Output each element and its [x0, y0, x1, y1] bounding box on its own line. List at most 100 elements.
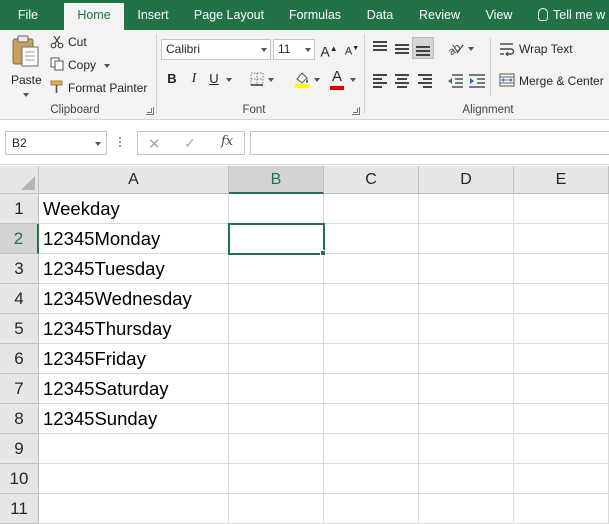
tab-page-layout[interactable]: Page Layout [188, 0, 270, 30]
cell-c10[interactable] [324, 464, 419, 494]
cell-c8[interactable] [324, 404, 419, 434]
bottom-align-button[interactable] [412, 37, 434, 59]
cell-e5[interactable] [514, 314, 609, 344]
column-header-d[interactable]: D [419, 166, 514, 194]
cell-d2[interactable] [419, 224, 514, 254]
cell-b3[interactable] [229, 254, 324, 284]
cell-e11[interactable] [514, 494, 609, 524]
cell-a8[interactable]: 12345Sunday [39, 404, 229, 434]
cell-b1[interactable] [229, 194, 324, 224]
borders-icon[interactable] [250, 72, 264, 86]
column-header-c[interactable]: C [324, 166, 419, 194]
row-header[interactable]: 11 [0, 494, 39, 524]
chevron-down-icon[interactable] [226, 78, 232, 82]
cell-b5[interactable] [229, 314, 324, 344]
italic-button[interactable]: I [184, 69, 204, 89]
cell-d5[interactable] [419, 314, 514, 344]
insert-function-button[interactable]: fx [221, 134, 233, 149]
row-header[interactable]: 8 [0, 404, 39, 434]
row-header[interactable]: 10 [0, 464, 39, 494]
cell-a5[interactable]: 12345Thursday [39, 314, 229, 344]
align-right-icon[interactable] [418, 74, 432, 88]
clipboard-launcher-icon[interactable] [146, 107, 154, 115]
chevron-down-icon[interactable] [350, 78, 356, 82]
cell-a9[interactable] [39, 434, 229, 464]
name-box[interactable]: B2 [5, 131, 107, 155]
font-size-select[interactable]: 11 [273, 39, 315, 60]
cell-b10[interactable] [229, 464, 324, 494]
tab-home[interactable]: Home [64, 3, 124, 30]
row-header[interactable]: 1 [0, 194, 39, 224]
cell-e1[interactable] [514, 194, 609, 224]
cell-b6[interactable] [229, 344, 324, 374]
cell-c5[interactable] [324, 314, 419, 344]
cell-d9[interactable] [419, 434, 514, 464]
merge-center-button[interactable]: Merge & Center [499, 71, 609, 89]
row-header[interactable]: 6 [0, 344, 39, 374]
cell-a4[interactable]: 12345Wednesday [39, 284, 229, 314]
column-header-e[interactable]: E [514, 166, 609, 194]
cell-d10[interactable] [419, 464, 514, 494]
font-launcher-icon[interactable] [352, 107, 360, 115]
formula-input[interactable] [250, 131, 609, 155]
cell-b8[interactable] [229, 404, 324, 434]
cell-b2[interactable] [229, 224, 324, 254]
grow-font-button[interactable]: A▲ [319, 39, 339, 60]
cell-a3[interactable]: 12345Tuesday [39, 254, 229, 284]
cancel-icon[interactable]: ✕ [148, 135, 161, 153]
font-name-select[interactable]: Calibri [161, 39, 271, 60]
shrink-font-button[interactable]: A▼ [342, 39, 362, 59]
wrap-text-button[interactable]: Wrap Text [499, 40, 579, 58]
tab-file[interactable]: File [8, 0, 48, 30]
copy-button[interactable]: Copy [50, 55, 110, 73]
cell-c7[interactable] [324, 374, 419, 404]
cell-a2[interactable]: 12345Monday [39, 224, 229, 254]
cell-e8[interactable] [514, 404, 609, 434]
cell-d4[interactable] [419, 284, 514, 314]
cell-a7[interactable]: 12345Saturday [39, 374, 229, 404]
cell-c11[interactable] [324, 494, 419, 524]
tab-data[interactable]: Data [360, 0, 400, 30]
tab-formulas[interactable]: Formulas [282, 0, 348, 30]
chevron-down-icon[interactable] [468, 47, 474, 51]
cell-d1[interactable] [419, 194, 514, 224]
select-all-button[interactable] [0, 166, 39, 194]
align-left-icon[interactable] [373, 74, 387, 88]
cell-b11[interactable] [229, 494, 324, 524]
underline-button[interactable]: U [204, 69, 224, 89]
cell-a1[interactable]: Weekday [39, 194, 229, 224]
cell-e9[interactable] [514, 434, 609, 464]
row-header[interactable]: 2 [0, 224, 39, 254]
fill-handle[interactable] [320, 250, 326, 256]
bold-button[interactable]: B [162, 69, 182, 89]
tab-insert[interactable]: Insert [131, 0, 175, 30]
chevron-down-icon[interactable] [268, 78, 274, 82]
row-header[interactable]: 7 [0, 374, 39, 404]
cell-a6[interactable]: 12345Friday [39, 344, 229, 374]
decrease-indent-icon[interactable] [446, 74, 464, 88]
cell-b9[interactable] [229, 434, 324, 464]
row-header[interactable]: 5 [0, 314, 39, 344]
cell-c3[interactable] [324, 254, 419, 284]
row-header[interactable]: 9 [0, 434, 39, 464]
cell-e2[interactable] [514, 224, 609, 254]
cell-c9[interactable] [324, 434, 419, 464]
formula-bar-resize-handle[interactable] [119, 137, 121, 149]
increase-indent-icon[interactable] [468, 74, 486, 88]
fill-color-icon[interactable] [294, 70, 310, 88]
cell-b7[interactable] [229, 374, 324, 404]
cell-c2[interactable] [324, 224, 419, 254]
cut-button[interactable]: Cut [50, 33, 110, 51]
cell-c6[interactable] [324, 344, 419, 374]
tab-tell-me[interactable]: Tell me w [538, 0, 609, 30]
cell-c4[interactable] [324, 284, 419, 314]
cell-a10[interactable] [39, 464, 229, 494]
font-color-button[interactable]: A [327, 67, 347, 87]
cell-d11[interactable] [419, 494, 514, 524]
top-align-icon[interactable] [373, 41, 387, 53]
cell-e6[interactable] [514, 344, 609, 374]
cell-d8[interactable] [419, 404, 514, 434]
chevron-down-icon[interactable] [314, 78, 320, 82]
align-center-icon[interactable] [395, 74, 409, 88]
cell-d3[interactable] [419, 254, 514, 284]
